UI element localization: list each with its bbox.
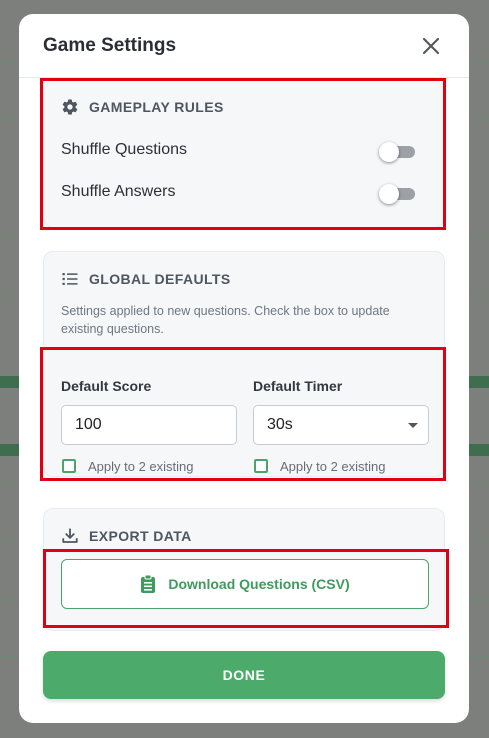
defaults-description: Settings applied to new questions. Check… bbox=[61, 304, 390, 336]
shuffle-answers-toggle[interactable] bbox=[379, 182, 415, 204]
done-button[interactable]: DONE bbox=[43, 651, 445, 699]
close-button[interactable] bbox=[419, 34, 443, 58]
settings-modal: Game Settings GAMEPLAY RULES Shuffle Que… bbox=[19, 14, 469, 723]
done-label: DONE bbox=[222, 667, 266, 683]
section-title: GAMEPLAY RULES bbox=[89, 99, 224, 115]
toggle-knob bbox=[379, 184, 399, 204]
global-defaults-header: GLOBAL DEFAULTS bbox=[61, 270, 231, 288]
apply-score-checkbox[interactable] bbox=[62, 459, 76, 473]
export-data-card: EXPORT DATA Download Questions (CSV) bbox=[43, 508, 445, 631]
gear-icon bbox=[62, 99, 78, 115]
gameplay-rules-header: GAMEPLAY RULES bbox=[61, 98, 224, 116]
list-icon bbox=[62, 273, 78, 285]
apply-timer-checkbox[interactable] bbox=[254, 459, 268, 473]
modal-title: Game Settings bbox=[43, 35, 177, 56]
export-data-header: EXPORT DATA bbox=[61, 527, 192, 545]
default-score-label: Default Score bbox=[61, 378, 152, 394]
default-timer-label: Default Timer bbox=[253, 378, 343, 394]
download-icon bbox=[62, 528, 78, 543]
global-defaults-card: GLOBAL DEFAULTS Settings applied to new … bbox=[43, 251, 445, 477]
apply-timer-label: Apply to 2 existing bbox=[280, 459, 386, 474]
apply-score-label: Apply to 2 existing bbox=[88, 459, 194, 474]
toggle-knob bbox=[379, 142, 399, 162]
section-title: EXPORT DATA bbox=[89, 528, 192, 544]
close-icon bbox=[422, 37, 440, 55]
gameplay-rules-card: GAMEPLAY RULES Shuffle Questions Shuffle… bbox=[43, 80, 445, 228]
modal-header: Game Settings bbox=[19, 14, 469, 78]
section-title: GLOBAL DEFAULTS bbox=[89, 271, 231, 287]
clipboard-icon bbox=[141, 574, 156, 593]
shuffle-answers-label: Shuffle Answers bbox=[61, 183, 176, 200]
chevron-down-icon bbox=[408, 423, 418, 428]
download-csv-label: Download Questions (CSV) bbox=[168, 576, 350, 592]
default-score-input[interactable] bbox=[61, 405, 237, 445]
default-timer-select[interactable]: 30s bbox=[253, 405, 429, 445]
download-csv-button[interactable]: Download Questions (CSV) bbox=[61, 559, 429, 609]
shuffle-questions-toggle[interactable] bbox=[379, 140, 415, 162]
shuffle-questions-label: Shuffle Questions bbox=[61, 141, 188, 158]
select-value: 30s bbox=[267, 416, 293, 433]
